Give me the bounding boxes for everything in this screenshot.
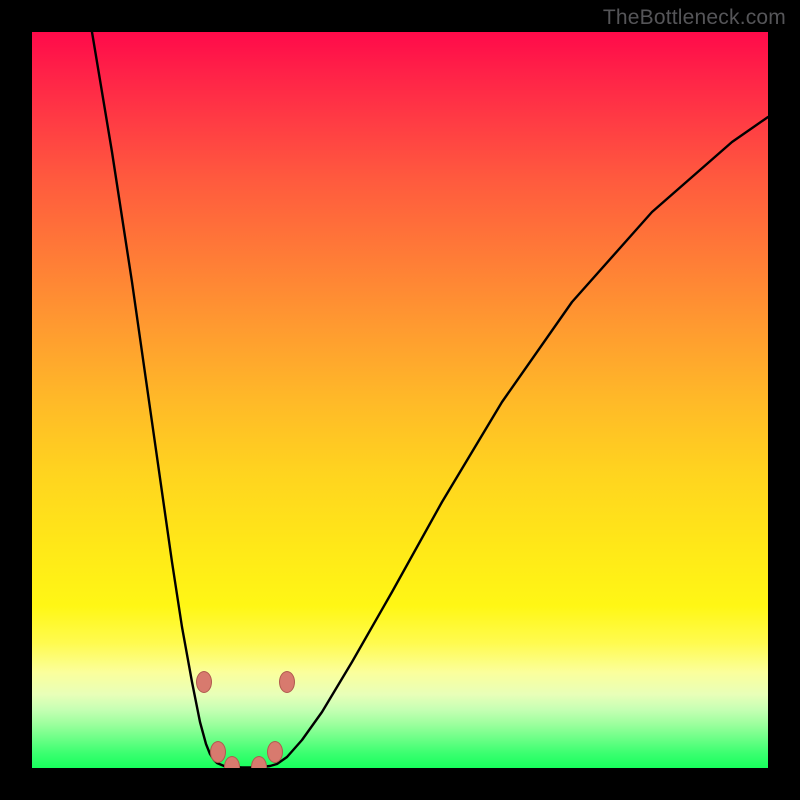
upper-left-marker [196, 671, 212, 693]
markers-layer [32, 32, 768, 768]
chart-frame: TheBottleneck.com [0, 0, 800, 800]
plot-area [32, 32, 768, 768]
watermark-text: TheBottleneck.com [603, 6, 786, 30]
lower-left-marker [210, 741, 226, 763]
upper-right-marker [279, 671, 295, 693]
valley-left-marker [224, 756, 240, 768]
valley-right-marker [251, 756, 267, 768]
lower-right-marker [267, 741, 283, 763]
